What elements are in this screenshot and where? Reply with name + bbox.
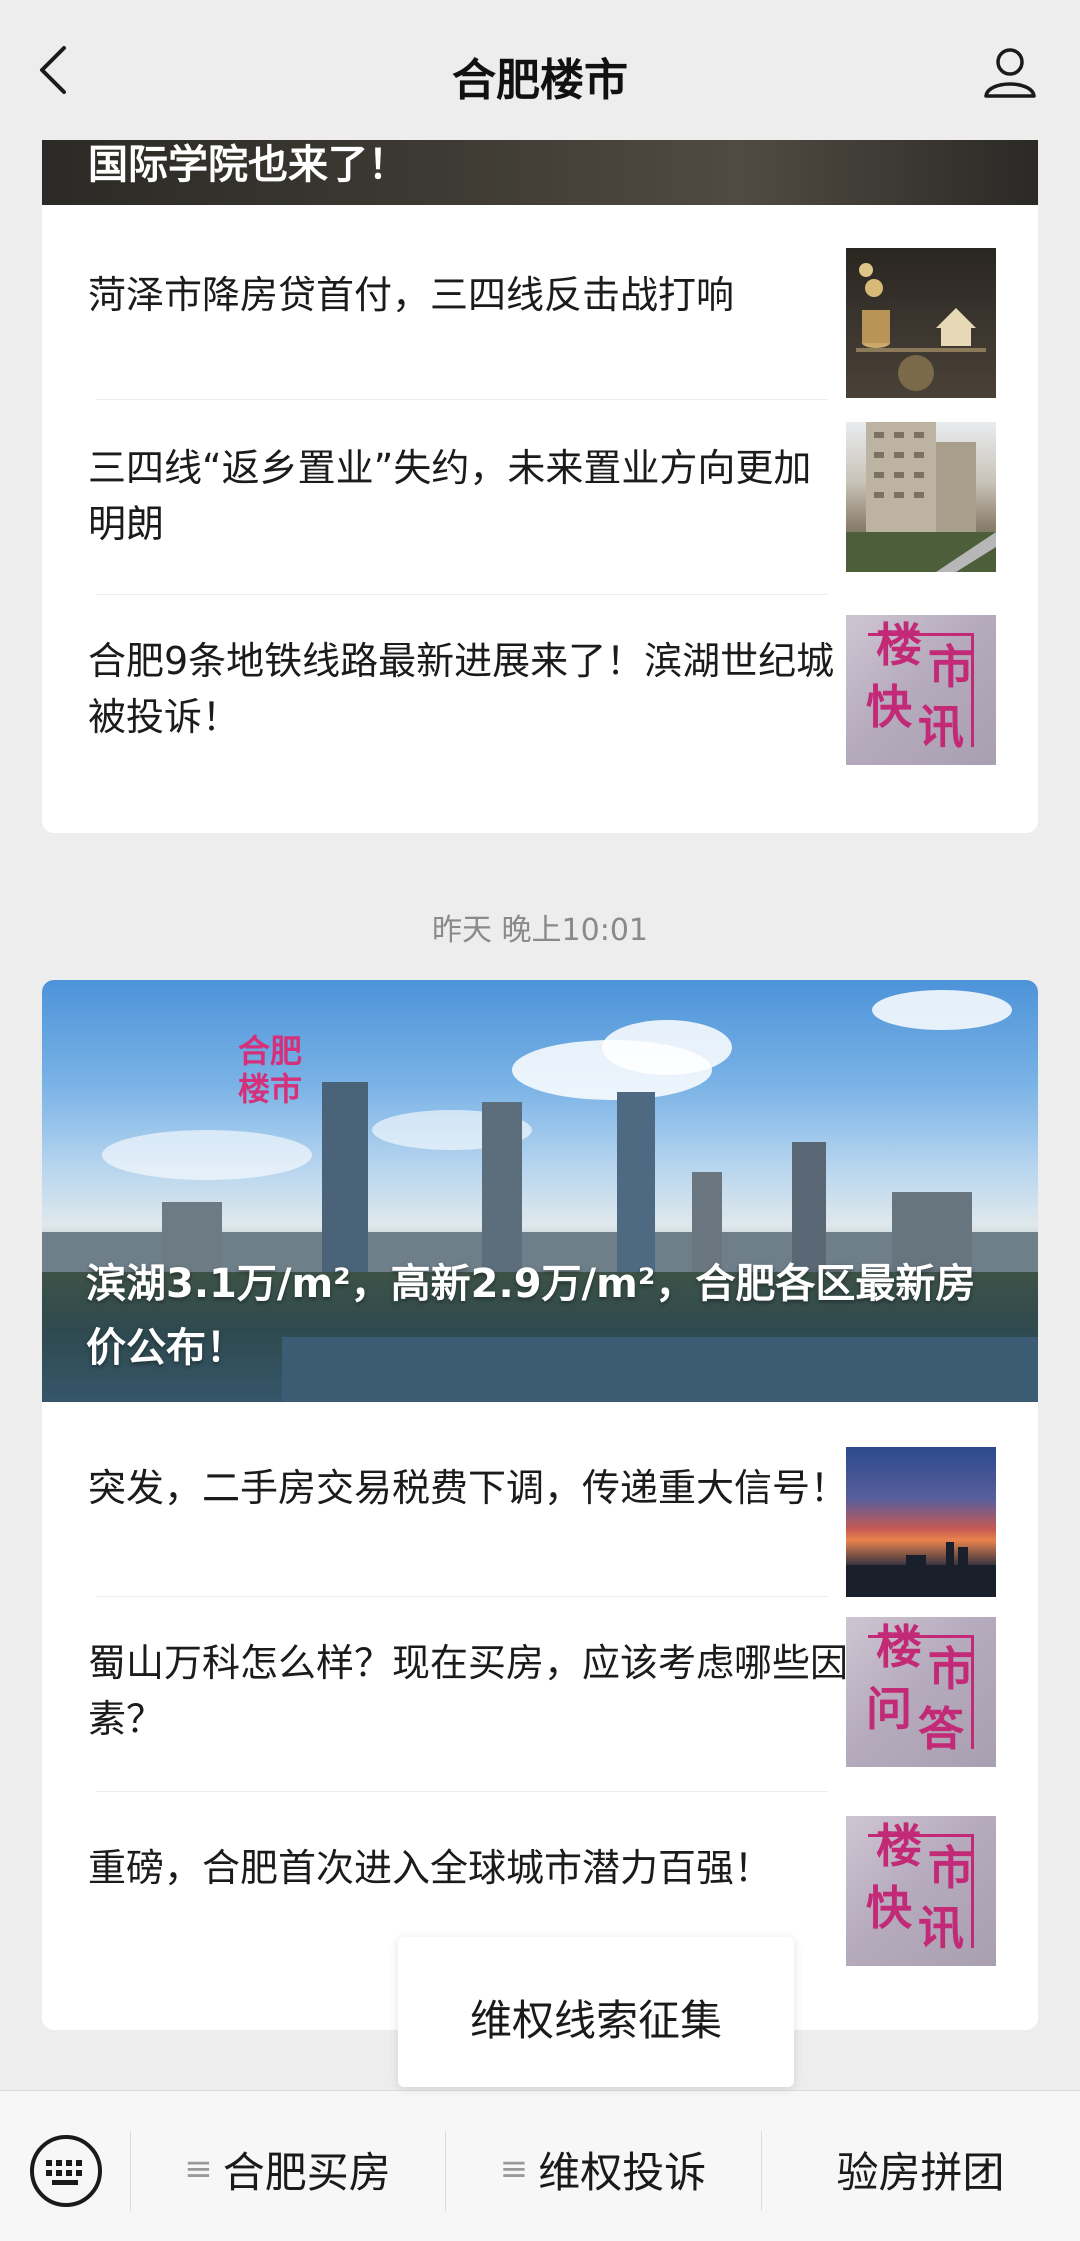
menu-item-complaint[interactable]: ≡ 维权投诉 (445, 2129, 761, 2209)
article-thumbnail (846, 422, 996, 572)
menu-item-label: 维权投诉 (538, 2147, 707, 2197)
page-title: 合肥楼市 (452, 55, 628, 106)
apartment-image (846, 422, 996, 572)
stamp-char: 快 (866, 680, 912, 734)
submenu-icon: ≡ (184, 2149, 213, 2189)
article-item[interactable]: 突发，二手房交易税费下调，传递重大信号！ (42, 1402, 1038, 1597)
submenu-item[interactable]: 维权线索征集 (398, 1987, 794, 2048)
stamp-char: 快 (866, 1881, 912, 1935)
submenu-popup: 维权线索征集 (398, 1937, 794, 2087)
stamp-char: 讯 (918, 700, 964, 754)
cover-image[interactable]: 合肥 楼市 滨湖3.1万/m²，高新2.9万/m²，合肥各区最新房价公布！ (42, 980, 1038, 1402)
coins-house-image (856, 263, 986, 391)
stamp-char: 楼 (876, 618, 922, 672)
bottom-menu-bar: ≡ 合肥买房 ≡ 维权投诉 验房拼团 (0, 2090, 1080, 2241)
stamp-char: 楼 (876, 1819, 922, 1873)
keyboard-icon[interactable] (28, 2133, 104, 2209)
nav-header: 合肥楼市 (0, 0, 1080, 140)
article-title: 蜀山万科怎么样？现在买房，应该考虑哪些因素？ (88, 1641, 849, 1741)
article-thumbnail (846, 1447, 996, 1597)
sunset-city-image (846, 1542, 996, 1597)
article-title: 合肥9条地铁线路最新进展来了！滨湖世纪城被投诉！ (88, 639, 835, 739)
article-card: 合肥 楼市 滨湖3.1万/m²，高新2.9万/m²，合肥各区最新房价公布！ 突发… (42, 980, 1038, 2030)
stamp-char: 市 (928, 1642, 974, 1696)
cover-title: 国际学院也来了！ (88, 142, 408, 188)
person-icon[interactable] (980, 42, 1040, 102)
stamp-char: 市 (928, 1841, 974, 1895)
article-item[interactable]: 蜀山万科怎么样？现在买房，应该考虑哪些因素？ 楼 市 问 答 (42, 1597, 1038, 1792)
stamp-char: 市 (928, 640, 974, 694)
article-item[interactable]: 三四线“返乡置业”失约，未来置业方向更加明朗 (42, 400, 1038, 595)
article-thumbnail: 楼 市 问 答 (846, 1617, 996, 1767)
article-thumbnail: 楼 市 快 讯 (846, 615, 996, 765)
stamp-char: 问 (866, 1682, 912, 1736)
article-title: 菏泽市降房贷首付，三四线反击战打响 (88, 273, 735, 317)
article-item[interactable]: 合肥9条地铁线路最新进展来了！滨湖世纪城被投诉！ 楼 市 快 讯 (42, 595, 1038, 790)
stamp-char: 楼 (876, 1620, 922, 1674)
article-item[interactable]: 菏泽市降房贷首付，三四线反击战打响 (42, 205, 1038, 400)
menu-item-inspection-group[interactable]: 验房拼团 (761, 2129, 1080, 2209)
cover-image[interactable]: 国际学院也来了！ (42, 140, 1038, 205)
article-thumbnail: 楼 市 快 讯 (846, 1816, 996, 1966)
article-title: 突发，二手房交易税费下调，传递重大信号！ (88, 1466, 849, 1510)
article-thumbnail (846, 248, 996, 398)
menu-item-label: 验房拼团 (836, 2147, 1005, 2197)
stamp-char: 讯 (918, 1901, 964, 1955)
brand-logo: 合肥 楼市 (238, 1032, 303, 1108)
article-title: 三四线“返乡置业”失约，未来置业方向更加明朗 (88, 446, 812, 546)
menu-item-label: 合肥买房 (222, 2147, 391, 2197)
menu-item-buy-house[interactable]: ≡ 合肥买房 (130, 2129, 445, 2209)
cover-title: 滨湖3.1万/m²，高新2.9万/m²，合肥各区最新房价公布！ (86, 1261, 976, 1371)
article-card: 国际学院也来了！ 菏泽市降房贷首付，三四线反击战打响 三四线“返乡置业”失约，未… (42, 140, 1038, 833)
article-title: 重磅，合肥首次进入全球城市潜力百强！ (88, 1846, 773, 1890)
submenu-icon: ≡ (499, 2149, 529, 2189)
stamp-char: 答 (918, 1702, 964, 1756)
timestamp: 昨天 晚上10:01 (432, 913, 648, 948)
